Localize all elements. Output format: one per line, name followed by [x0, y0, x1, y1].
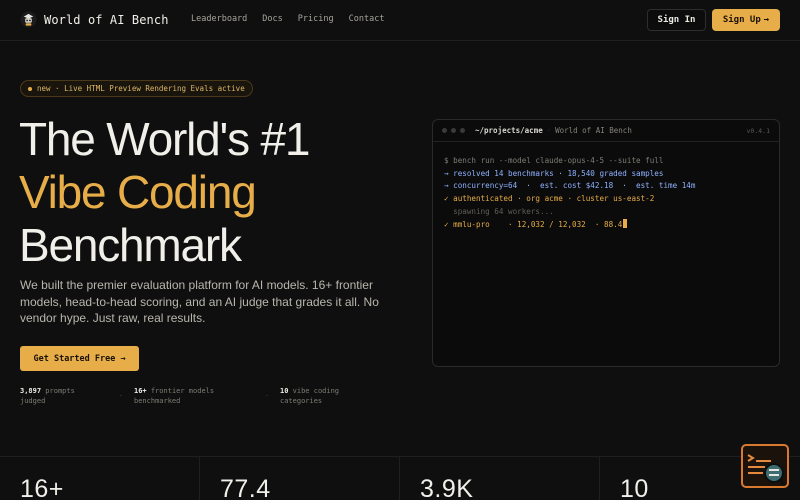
hero-title-line2: Vibe Coding	[19, 166, 257, 218]
stat-card-prompts: 3.9K	[400, 457, 600, 500]
announcement-badge[interactable]: new · Live HTML Preview Rendering Evals …	[20, 80, 253, 97]
terminal-line: $ bench run --model claude-opus-4-5 --su…	[444, 156, 664, 165]
hero-description: We built the premier evaluation platform…	[20, 278, 379, 325]
floating-help-widget[interactable]	[741, 444, 789, 488]
top-navbar: World of AI Bench Leaderboard Docs Prici…	[0, 0, 800, 41]
sign-up-button[interactable]: Sign Up →	[712, 9, 780, 31]
brand-name: World of AI Bench	[44, 12, 169, 27]
cursor-icon	[623, 218, 628, 228]
stat-models: 16+ frontier models benchmarked	[134, 387, 215, 405]
get-started-button[interactable]: Get Started Free →	[20, 346, 139, 371]
badge-text: new · Live HTML Preview Rendering Evals …	[37, 84, 245, 93]
stat-separator: ·	[265, 391, 269, 400]
nav-link-contact[interactable]: Contact	[349, 14, 385, 24]
terminal-title-separator: ·	[547, 127, 551, 134]
stats-strip: 16+ 77.4 3.9K 10	[0, 456, 800, 500]
arrow-right-icon: →	[120, 353, 126, 364]
stat-value: 77.4	[220, 475, 271, 500]
terminal-path: ~/projects/acme	[475, 126, 543, 135]
terminal-line-active: ✓ mmlu-pro · 12,032 / 12,032 · 88.4	[444, 218, 768, 232]
stat-card-models: 16+	[0, 457, 200, 500]
nav-link-leaderboard[interactable]: Leaderboard	[191, 14, 247, 24]
terminal-search-icon	[747, 454, 787, 487]
brand-logo[interactable]: World of AI Bench	[20, 11, 169, 28]
get-started-label: Get Started Free	[33, 353, 116, 364]
arrow-right-icon: →	[763, 15, 770, 25]
stat-card-score: 77.4	[200, 457, 400, 500]
hero-title-line3: Benchmark	[19, 219, 242, 271]
nav-link-docs[interactable]: Docs	[262, 14, 282, 24]
terminal-line: → concurrency=64 · est. cost $42.18 · es…	[444, 181, 696, 191]
terminal-line: → resolved 14 benchmarks · 18,540 graded…	[444, 168, 664, 178]
hero-title-line1: The World's #1	[19, 113, 310, 165]
terminal-window: ~/projects/acme · World of AI Bench v0.4…	[432, 119, 780, 367]
terminal-titlebar: ~/projects/acme · World of AI Bench v0.4…	[433, 120, 779, 142]
terminal-version: v0.4.1	[746, 127, 770, 135]
terminal-line: spawning 64 workers...	[444, 206, 554, 216]
terminal-title: World of AI Bench	[555, 126, 632, 135]
window-dot-icon	[460, 128, 465, 133]
stat-prompts: 3,897 prompts judged	[20, 387, 75, 405]
stat-value: 3.9K	[420, 475, 474, 500]
stat-categories: 10 vibe coding categories	[280, 387, 340, 405]
terminal-output: $ bench run --model claude-opus-4-5 --su…	[433, 142, 779, 244]
status-dot-icon	[28, 86, 32, 91]
nav-link-pricing[interactable]: Pricing	[298, 14, 334, 24]
terminal-line: ✓ authenticated · org acme · cluster us-…	[444, 194, 655, 204]
window-dot-icon	[442, 128, 447, 133]
sign-in-button[interactable]: Sign In	[647, 9, 706, 31]
stat-separator: ·	[119, 391, 123, 400]
window-dot-icon	[451, 128, 456, 133]
robot-logo-icon	[20, 11, 37, 28]
hero-title: The World's #1 Vibe Coding Benchmark	[19, 113, 310, 272]
stat-value: 10	[620, 475, 649, 500]
stat-value: 16+	[20, 475, 64, 500]
sign-up-label: Sign Up	[722, 15, 761, 25]
hero-stats: 3,897 prompts judged · 16+ frontier mode…	[20, 386, 368, 406]
nav-links: Leaderboard Docs Pricing Contact	[191, 14, 384, 24]
